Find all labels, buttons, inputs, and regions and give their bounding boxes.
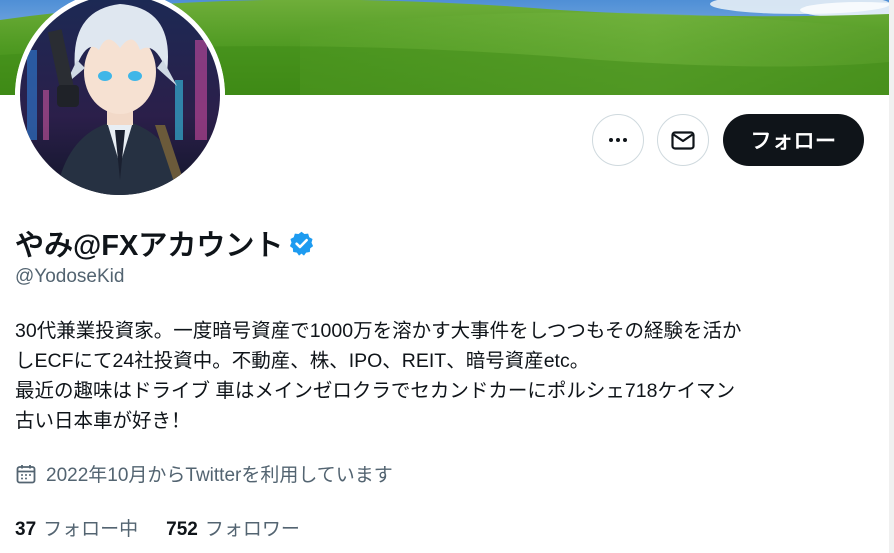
more-options-button[interactable] bbox=[592, 114, 644, 166]
profile-bio: 30代兼業投資家。一度暗号資産で1000万を溶かす大事件をしつつもその経験を活か… bbox=[15, 316, 875, 436]
display-name: やみ@FXアカウント bbox=[15, 230, 284, 262]
scrollbar[interactable] bbox=[889, 0, 894, 553]
envelope-icon bbox=[671, 131, 695, 150]
follow-button[interactable]: フォロー bbox=[723, 114, 864, 166]
calendar-icon bbox=[16, 464, 36, 483]
follow-stats: 37 フォロー中 752 フォロワー bbox=[15, 514, 328, 541]
bio-line: しECFにて24社投資中。不動産、株、IPO、REIT、暗号資産etc。 bbox=[15, 350, 590, 372]
bio-line: 古い日本車が好き！ bbox=[15, 410, 191, 432]
joined-text: 2022年10月からTwitterを利用しています bbox=[46, 465, 393, 486]
following-label: フォロー中 bbox=[43, 519, 139, 540]
followers-link[interactable]: 752 フォロワー bbox=[166, 514, 300, 541]
profile-handle: @YodoseKid bbox=[15, 266, 125, 287]
followers-label: フォロワー bbox=[204, 519, 300, 540]
avatar-image bbox=[15, 0, 225, 200]
profile-name-row: やみ@FXアカウント bbox=[15, 222, 315, 264]
followers-count: 752 bbox=[166, 519, 198, 540]
following-link[interactable]: 37 フォロー中 bbox=[15, 514, 138, 541]
following-count: 37 bbox=[15, 519, 37, 540]
bio-line: 30代兼業投資家。一度暗号資産で1000万を溶かす大事件をしつつもその経験を活か bbox=[15, 320, 742, 342]
profile-page: フォロー やみ@FXアカウント @YodoseKid 30代兼業投資家。一度暗号… bbox=[0, 0, 894, 553]
verified-badge-icon[interactable] bbox=[288, 230, 315, 257]
profile-avatar[interactable] bbox=[15, 0, 225, 200]
more-dots-icon bbox=[609, 138, 627, 142]
message-button[interactable] bbox=[657, 114, 709, 166]
bio-line: 最近の趣味はドライブ 車はメインゼロクラでセカンドカーにポルシェ718ケイマン bbox=[15, 380, 736, 402]
joined-date: 2022年10月からTwitterを利用しています bbox=[15, 460, 393, 487]
